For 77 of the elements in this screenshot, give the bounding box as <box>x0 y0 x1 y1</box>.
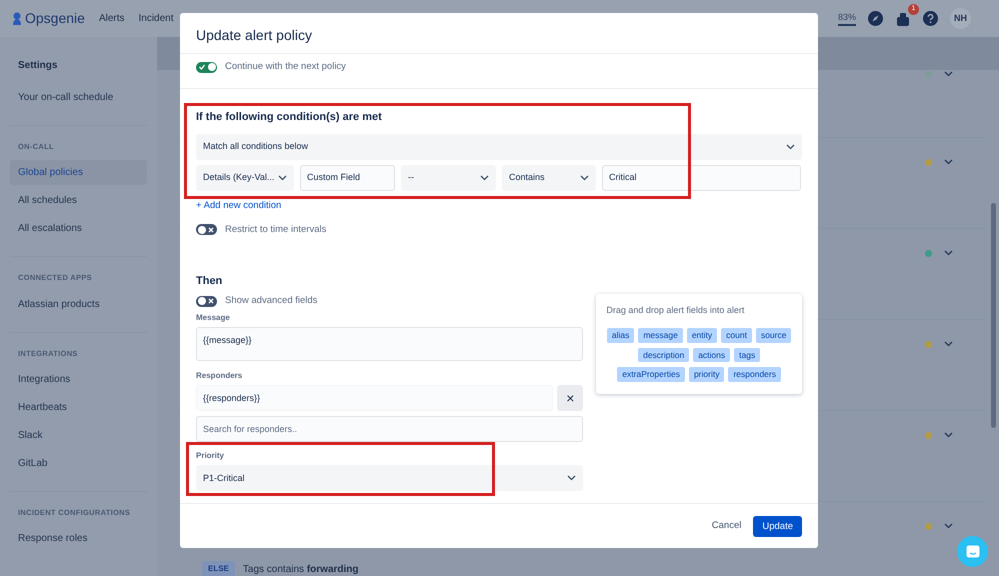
chat-icon <box>966 545 980 558</box>
field-tag[interactable]: tags <box>734 348 760 362</box>
responder-search-field[interactable]: Search for responders.. <box>196 416 584 442</box>
sidebar-item[interactable]: Integrations <box>10 366 147 392</box>
add-condition-link[interactable]: + Add new condition <box>196 200 282 210</box>
sidebar-item[interactable]: Atlassian products <box>10 292 147 316</box>
field-tag[interactable]: count <box>721 328 752 342</box>
chevron-down-icon[interactable] <box>944 341 953 347</box>
usage-percentage[interactable]: 83% <box>838 10 856 26</box>
field-label: Priority <box>196 450 226 462</box>
chevron-down-icon <box>786 144 795 150</box>
sidebar-item[interactable]: Global policies <box>10 160 147 186</box>
chevron-down-icon <box>278 174 288 180</box>
user-avatar[interactable]: NH <box>950 8 971 29</box>
message-field[interactable]: {{message}} <box>196 327 584 362</box>
scrollbar-thumb[interactable] <box>990 203 996 428</box>
clear-button[interactable]: × <box>557 385 584 412</box>
sidebar-item[interactable]: All schedules <box>10 188 147 214</box>
field-tag[interactable]: responders <box>728 367 781 382</box>
condition-text: Tags contains forwarding <box>242 562 359 576</box>
field-tag[interactable]: source <box>756 328 792 342</box>
sidebar-title: Settings <box>17 59 58 73</box>
update-button[interactable]: Update <box>753 516 802 536</box>
help-icon[interactable] <box>923 11 938 26</box>
sidebar-item[interactable]: Response roles <box>10 526 147 551</box>
condition-select[interactable]: Details (Key-Val... <box>196 164 294 190</box>
nav-link[interactable]: Alerts <box>98 11 124 26</box>
toggle-switch[interactable] <box>196 296 217 307</box>
field-label: Responders <box>196 370 244 382</box>
chevron-down-icon <box>567 475 576 482</box>
logo-text: Opsgenie <box>25 9 85 28</box>
compass-icon[interactable] <box>868 11 883 26</box>
chevron-down-icon <box>580 174 589 180</box>
section-heading: Then <box>196 274 224 289</box>
chevron-down-icon[interactable] <box>944 432 953 438</box>
toggle-label: Show advanced fields <box>225 294 318 308</box>
chevron-down-icon[interactable] <box>944 159 953 165</box>
panel-title: Drag and drop alert fields into alert <box>606 304 746 318</box>
check-icon <box>199 64 205 70</box>
toggle-label: Restrict to time intervals <box>225 222 326 237</box>
sidebar-item[interactable]: GitLab <box>10 450 147 476</box>
field-tag[interactable]: entity <box>686 328 718 342</box>
toggle-label: Continue with the next policy <box>225 60 346 74</box>
field-tag[interactable]: extraProperties <box>617 367 685 382</box>
logo-icon <box>12 12 22 26</box>
match-select[interactable]: Match all conditions below <box>196 134 802 160</box>
else-badge: ELSE <box>202 561 235 576</box>
sidebar-item[interactable]: Slack <box>10 422 147 448</box>
chevron-down-icon[interactable] <box>944 250 953 256</box>
cancel-button[interactable]: Cancel <box>712 514 742 538</box>
field-tag[interactable]: description <box>638 348 690 362</box>
toggle-switch[interactable] <box>196 224 217 236</box>
section-heading: If the following condition(s) are met <box>196 110 383 125</box>
dialog-title: Update alert policy <box>180 13 818 54</box>
chevron-down-icon[interactable] <box>944 71 953 77</box>
sidebar-item[interactable]: All escalations <box>10 216 147 242</box>
responders-field[interactable]: {{responders}} <box>196 385 554 412</box>
priority-select[interactable]: P1-Critical <box>196 465 584 492</box>
cross-icon <box>208 226 214 233</box>
cross-icon <box>208 298 214 304</box>
chevron-down-icon <box>480 174 489 180</box>
field-tag[interactable]: priority <box>688 367 724 382</box>
condition-input[interactable]: Critical <box>602 164 801 190</box>
notification-icon[interactable] <box>895 10 911 26</box>
toggle-switch[interactable] <box>196 62 217 72</box>
field-label: Message <box>196 312 231 324</box>
field-tag[interactable]: actions <box>693 348 730 362</box>
sidebar-item[interactable]: Your on-call schedule <box>10 85 147 110</box>
field-tag[interactable]: alias <box>606 328 634 342</box>
condition-input[interactable]: Custom Field <box>300 164 395 190</box>
nav-link[interactable]: Incident <box>138 11 174 26</box>
chat-button[interactable] <box>957 536 988 567</box>
chevron-down-icon[interactable] <box>944 523 953 529</box>
field-tag[interactable]: message <box>638 328 683 342</box>
sidebar-item[interactable]: Heartbeats <box>10 394 147 420</box>
condition-select[interactable]: -- <box>401 164 496 190</box>
condition-select[interactable]: Contains <box>502 164 596 190</box>
